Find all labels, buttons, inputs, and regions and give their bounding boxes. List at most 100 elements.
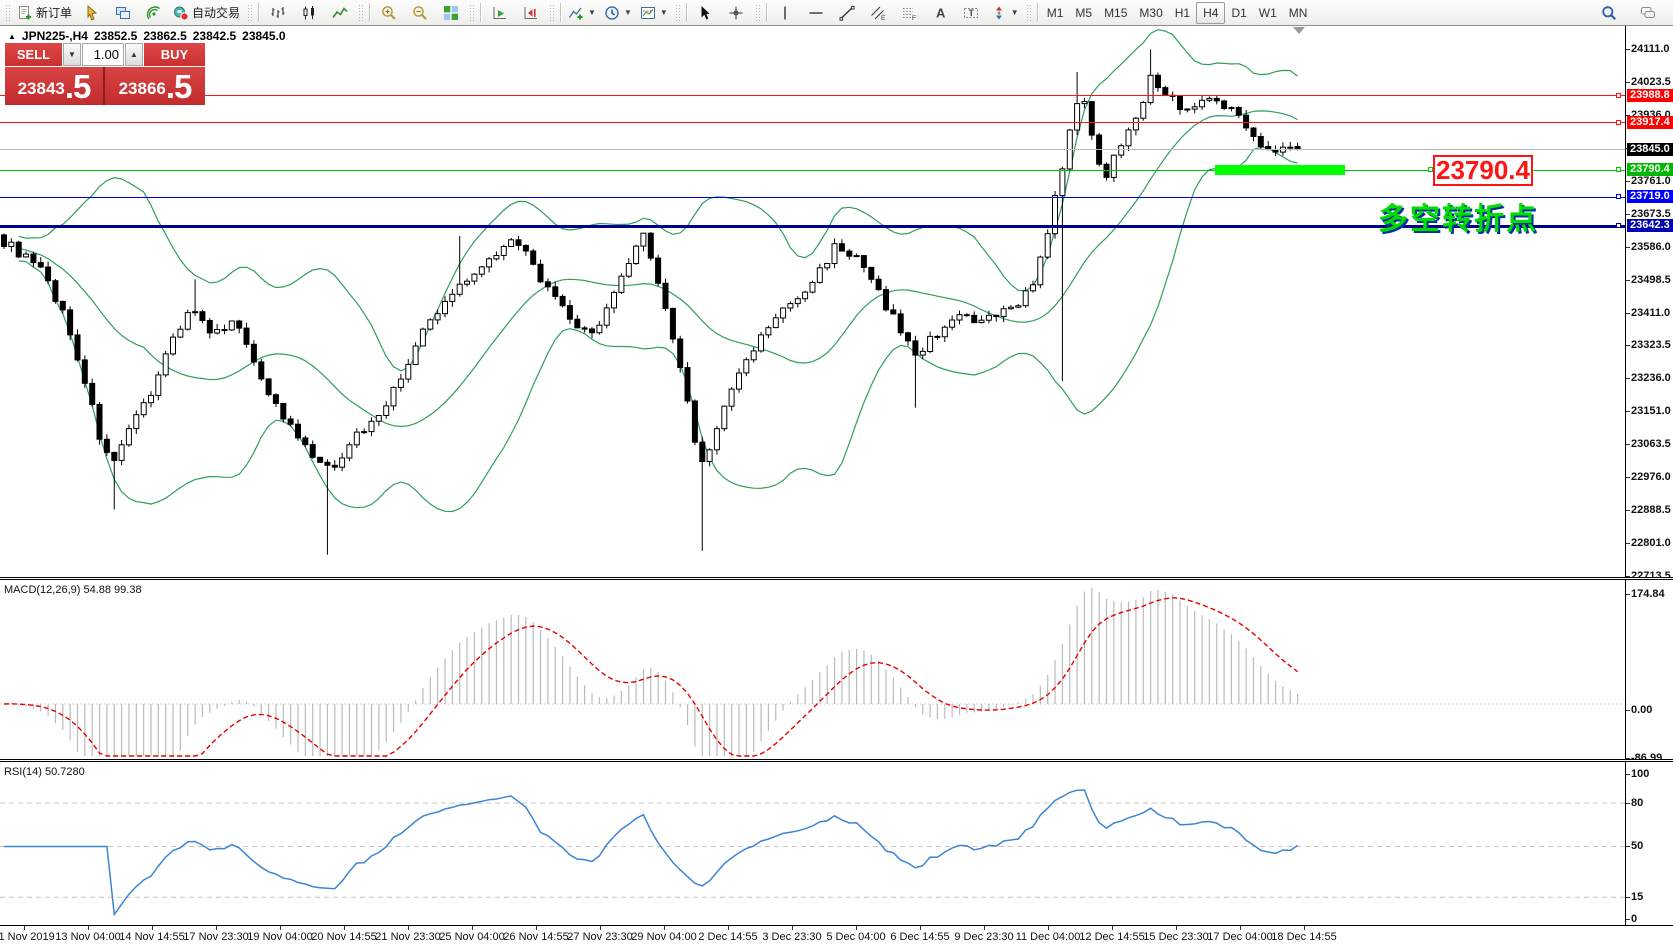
volume-decrease-button[interactable]: ▼ [63, 43, 81, 66]
auto-scroll-button[interactable] [484, 1, 515, 25]
candle [310, 441, 315, 459]
line-anchor-handle[interactable] [1616, 93, 1621, 98]
candle [597, 321, 602, 335]
price-chart-canvas[interactable] [0, 26, 1625, 577]
candle [1089, 101, 1094, 140]
one-click-pointer-button[interactable] [76, 1, 107, 25]
crosshair-button[interactable] [721, 1, 752, 25]
line-anchor-handle[interactable] [1616, 194, 1621, 199]
price-axis[interactable]: 24111.024023.523936.023848.523761.023673… [1625, 26, 1673, 925]
timeframe-m30-button[interactable]: M30 [1133, 3, 1168, 23]
chart-windows-button[interactable] [107, 1, 138, 25]
timeframe-h1-button[interactable]: H1 [1169, 3, 1196, 23]
zoom-out-button[interactable] [404, 1, 435, 25]
timeframe-w1-button[interactable]: W1 [1253, 3, 1283, 23]
time-tick-mark [280, 926, 281, 930]
candle [861, 255, 866, 272]
indicators-button[interactable]: ▼ [564, 1, 600, 25]
zoom-in-button[interactable] [373, 1, 404, 25]
line-anchor-handle[interactable] [1616, 120, 1621, 125]
line-chart-icon [332, 5, 348, 21]
periods-button[interactable]: ▼ [600, 1, 636, 25]
pane-separator[interactable] [0, 577, 1673, 580]
time-axis-label: 14 Nov 14:55 [119, 931, 184, 943]
horizontal-line-button[interactable] [801, 1, 832, 25]
price-badge: 23790.4 [1627, 163, 1673, 176]
chart-shift-button[interactable] [515, 1, 546, 25]
auto-trading-button[interactable]: 自动交易 [169, 1, 244, 25]
timeframe-mn-button[interactable]: MN [1283, 3, 1314, 23]
candle [237, 320, 242, 334]
price-callout-box[interactable]: 23790.4 [1433, 155, 1533, 186]
rsi-indicator-canvas[interactable] [0, 762, 1625, 925]
candlestick-chart-button[interactable] [293, 1, 324, 25]
timeframe-h4-button[interactable]: H4 [1196, 2, 1225, 24]
price-axis-tick: 22801.0 [1631, 537, 1671, 549]
candle [656, 255, 661, 287]
volume-increase-button[interactable]: ▲ [125, 43, 143, 66]
cursor-icon [697, 5, 713, 21]
time-axis-label: 15 Dec 23:30 [1143, 931, 1208, 943]
horizontal-line-object[interactable] [0, 122, 1625, 123]
horizontal-line-object[interactable] [0, 95, 1625, 96]
text-button[interactable]: A [925, 1, 956, 25]
candle [340, 453, 345, 471]
candle [347, 442, 352, 461]
candle [97, 402, 102, 445]
sell-price-button[interactable]: 23843.5 [5, 67, 105, 105]
candle [722, 405, 727, 431]
sell-button[interactable]: SELL [5, 43, 62, 66]
search-button[interactable] [1593, 1, 1624, 25]
sell-price-main: 23843 [18, 74, 65, 104]
dropdown-caret-icon[interactable]: ▼ [624, 8, 632, 17]
vertical-line-button[interactable] [770, 1, 801, 25]
price-axis-tick: 23761.0 [1631, 175, 1671, 187]
timeframe-m1-button[interactable]: M1 [1041, 3, 1070, 23]
timeframe-m5-button[interactable]: M5 [1069, 3, 1098, 23]
price-badge: 23988.8 [1627, 89, 1673, 102]
time-axis-label: 12 Dec 14:55 [1079, 931, 1144, 943]
chat-button[interactable] [1632, 1, 1663, 25]
line-chart-button[interactable] [324, 1, 355, 25]
cursor-button[interactable] [690, 1, 721, 25]
timeframe-d1-button[interactable]: D1 [1225, 3, 1252, 23]
dropdown-caret-icon[interactable]: ▼ [660, 8, 668, 17]
new-order-button[interactable]: 新订单 [13, 1, 76, 25]
toolbar-grip [675, 4, 680, 22]
volume-input[interactable]: 1.00 [82, 43, 124, 66]
signals-button[interactable] [138, 1, 169, 25]
signals-icon [146, 5, 162, 21]
bar-chart-button[interactable] [262, 1, 293, 25]
dropdown-caret-icon[interactable]: ▼ [588, 8, 596, 17]
trendline-button[interactable] [832, 1, 863, 25]
equidistant-channel-button[interactable]: E [863, 1, 894, 25]
chart-window: ▲ JPN225-,H4 23852.5 23862.5 23842.5 238… [0, 26, 1673, 946]
axis-tick-mark [1626, 313, 1630, 314]
candle [413, 342, 418, 365]
time-axis-label: 26 Nov 14:55 [503, 931, 568, 943]
buy-price-button[interactable]: 23866.5 [105, 67, 205, 105]
bar-chart-icon [270, 5, 286, 21]
templates-button[interactable]: ▼ [636, 1, 672, 25]
arrows-button[interactable]: ▼ [987, 1, 1023, 25]
green-highlight-bar[interactable] [1215, 165, 1345, 175]
candle [112, 452, 117, 510]
dropdown-caret-icon[interactable]: ▼ [1011, 8, 1019, 17]
zoom-in-icon [381, 5, 397, 21]
collapse-panel-icon[interactable]: ▲ [8, 32, 16, 41]
price-axis-tick: 22976.0 [1631, 471, 1671, 483]
text-label-button[interactable]: T [956, 1, 987, 25]
candle [663, 279, 668, 311]
buy-button[interactable]: BUY [144, 43, 205, 66]
timeframe-m15-button[interactable]: M15 [1098, 3, 1133, 23]
pane-separator[interactable] [0, 759, 1673, 762]
tile-windows-button[interactable] [435, 1, 466, 25]
time-axis[interactable]: 11 Nov 201913 Nov 04:0014 Nov 14:5517 No… [0, 925, 1673, 946]
chart-shift-marker-icon[interactable] [1293, 27, 1305, 34]
line-anchor-handle[interactable] [1616, 223, 1621, 228]
macd-indicator-canvas[interactable] [0, 580, 1625, 759]
line-anchor-handle[interactable] [1616, 167, 1621, 172]
pivot-point-label[interactable]: 多空转折点 [1378, 194, 1538, 238]
horizontal-line-object[interactable] [0, 170, 1625, 171]
fibonacci-button[interactable]: F [894, 1, 925, 25]
